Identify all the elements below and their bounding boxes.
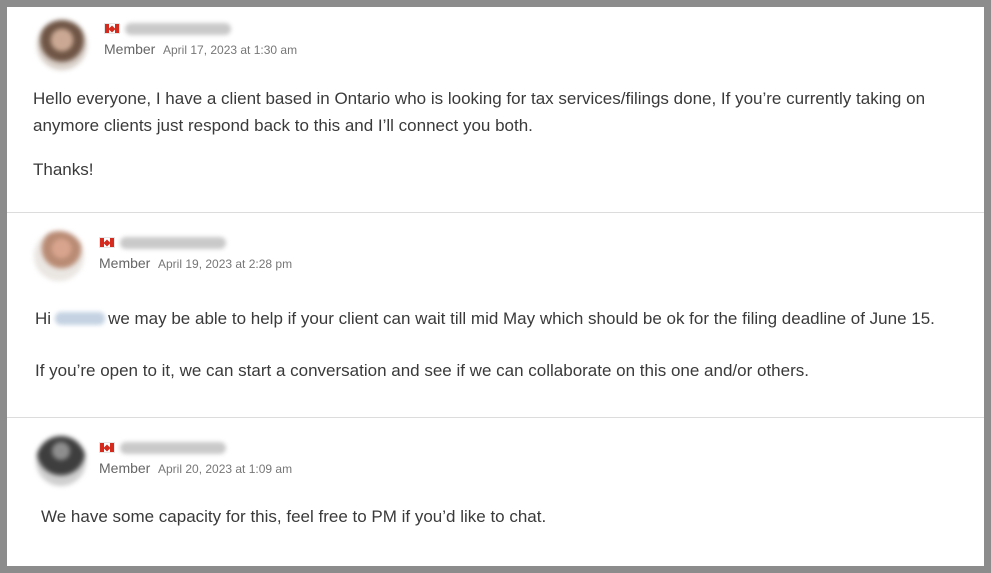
post-body-line: We have some capacity for this, feel fre… <box>41 507 547 526</box>
post-date: April 20, 2023 at 1:09 am <box>158 462 293 476</box>
post-body-text: we may be able to help if your client ca… <box>108 309 935 328</box>
post-body-line: Hello everyone, I have a client based in… <box>33 89 926 108</box>
author-name-redacted[interactable] <box>120 237 226 249</box>
post-1: Member April 17, 2023 at 1:30 am Hello e… <box>7 7 984 213</box>
canada-flag-icon <box>99 237 115 248</box>
discussion-thread: Member April 17, 2023 at 1:30 am Hello e… <box>7 7 984 566</box>
author-role: Member <box>99 460 151 476</box>
post-body-line: Thanks! <box>33 160 94 179</box>
avatar[interactable] <box>37 20 87 70</box>
post-date: April 17, 2023 at 1:30 am <box>163 43 298 57</box>
post-body-line: If you’re open to it, we can start a con… <box>35 361 809 380</box>
author-role: Member <box>104 41 156 57</box>
author-name-redacted[interactable] <box>125 23 231 35</box>
canada-flag-icon <box>104 23 120 34</box>
post-body-line: anymore clients just respond back to thi… <box>33 116 533 135</box>
post-body-line: Hi we may be able to help if your client … <box>35 305 935 332</box>
post-date: April 19, 2023 at 2:28 pm <box>158 257 293 271</box>
canada-flag-icon <box>99 442 115 453</box>
post-2: Member April 19, 2023 at 2:28 pm Hi we ma… <box>7 213 984 418</box>
mention-redacted[interactable] <box>55 312 106 325</box>
post-3: Member April 20, 2023 at 1:09 am We have… <box>7 418 984 566</box>
author-name-redacted[interactable] <box>120 442 226 454</box>
author-role: Member <box>99 255 151 271</box>
greeting: Hi <box>35 309 52 328</box>
avatar[interactable] <box>34 231 84 281</box>
avatar[interactable] <box>36 436 86 486</box>
